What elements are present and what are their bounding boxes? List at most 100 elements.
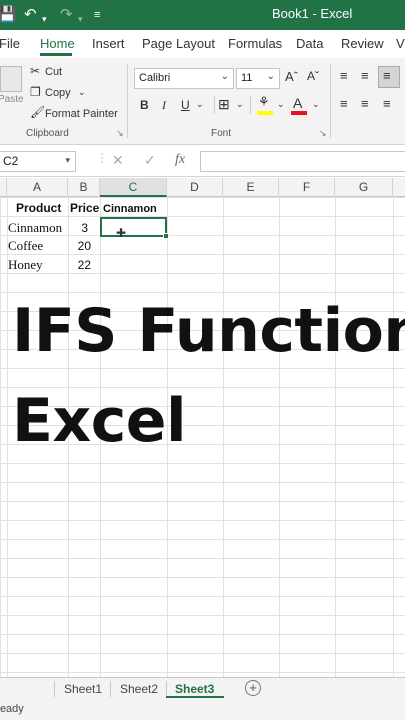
- column-headers: A B C D E F G: [0, 178, 405, 197]
- tab-insert[interactable]: Insert: [92, 36, 125, 51]
- increase-font-icon[interactable]: Aˆ: [285, 69, 298, 84]
- paste-icon[interactable]: [0, 66, 22, 92]
- tab-view[interactable]: V: [396, 36, 405, 51]
- decrease-font-icon[interactable]: Aˇ: [307, 69, 319, 83]
- add-sheet-icon[interactable]: +: [245, 680, 261, 696]
- tab-data[interactable]: Data: [296, 36, 323, 51]
- sheet-tab-sheet3[interactable]: Sheet3: [175, 682, 214, 696]
- tab-review[interactable]: Review: [341, 36, 384, 51]
- enter-icon[interactable]: ✓: [144, 152, 156, 169]
- bold-button[interactable]: B: [140, 98, 149, 112]
- align-right-icon[interactable]: ≡: [383, 96, 391, 111]
- font-color-dropdown-icon[interactable]: ⌄: [312, 99, 320, 110]
- redo-dropdown-icon[interactable]: ▾: [78, 9, 83, 29]
- window-title: Book1 - Excel: [272, 6, 353, 21]
- customize-toolbar-icon[interactable]: ≡: [94, 5, 100, 25]
- fill-handle[interactable]: [163, 233, 169, 239]
- font-name-value: Calibri: [139, 72, 171, 84]
- ribbon: Paste ✂ Cut ❐ Copy ⌄ 🖌 Format Painter Cl…: [0, 58, 405, 145]
- sheet-separator: [166, 681, 167, 697]
- fill-color-icon[interactable]: ⚘: [258, 94, 270, 110]
- column-header-a[interactable]: A: [7, 178, 68, 197]
- format-painter-button[interactable]: Format Painter: [45, 108, 118, 120]
- font-group-label: Font: [211, 128, 232, 139]
- column-header-f[interactable]: F: [279, 178, 335, 197]
- cell-c1[interactable]: Cinnamon: [103, 203, 157, 215]
- undo-icon[interactable]: ↶: [24, 5, 37, 25]
- format-painter-icon[interactable]: 🖌: [30, 105, 45, 119]
- active-sheet-indicator: [166, 696, 224, 698]
- formula-input[interactable]: [200, 151, 405, 172]
- ribbon-separator: [330, 64, 331, 138]
- undo-dropdown-icon[interactable]: ▾: [42, 9, 47, 29]
- grid-line: [393, 197, 394, 677]
- chevron-down-icon: ▾: [65, 155, 70, 165]
- font-size-select[interactable]: 11 ⌄: [236, 68, 280, 89]
- cancel-icon[interactable]: ✕: [112, 152, 124, 169]
- save-icon[interactable]: 💾: [0, 5, 17, 25]
- ribbon-separator: [214, 96, 215, 114]
- sheet-tab-bar: Sheet1 Sheet2 Sheet3 +: [0, 677, 405, 700]
- sheet-tab-sheet1[interactable]: Sheet1: [64, 682, 102, 696]
- borders-dropdown-icon[interactable]: ⌄: [236, 99, 244, 110]
- insert-function-button[interactable]: fx: [175, 152, 185, 168]
- cut-button[interactable]: Cut: [45, 66, 62, 78]
- chevron-down-icon: ⌄: [266, 71, 275, 82]
- cell-b3[interactable]: 20: [68, 239, 91, 253]
- font-launcher-icon[interactable]: ↘: [319, 128, 327, 139]
- cell-a1[interactable]: Product: [16, 201, 61, 215]
- clipboard-launcher-icon[interactable]: ↘: [116, 128, 124, 139]
- video-title-line-2: Excel: [12, 386, 187, 456]
- underline-dropdown-icon[interactable]: ⌄: [196, 99, 204, 110]
- align-center-icon[interactable]: ≡: [361, 96, 369, 111]
- tab-page-layout[interactable]: Page Layout: [142, 36, 215, 51]
- italic-button[interactable]: I: [162, 98, 166, 113]
- copy-dropdown-icon[interactable]: ⌄: [78, 87, 86, 98]
- sheet-tab-sheet2[interactable]: Sheet2: [120, 682, 158, 696]
- tab-home[interactable]: Home: [40, 36, 75, 51]
- select-all-corner[interactable]: [0, 178, 7, 197]
- active-tab-indicator: [40, 53, 72, 56]
- borders-icon[interactable]: ⊞: [218, 96, 230, 113]
- underline-button[interactable]: U: [181, 98, 190, 112]
- column-header-g[interactable]: G: [335, 178, 393, 197]
- tab-formulas[interactable]: Formulas: [228, 36, 282, 51]
- align-top-icon[interactable]: ≡: [340, 68, 348, 83]
- cell-b1[interactable]: Price: [70, 201, 99, 215]
- cut-icon[interactable]: ✂: [30, 64, 40, 78]
- redo-icon[interactable]: ↷: [60, 5, 73, 25]
- fill-color-swatch: [257, 111, 273, 115]
- font-name-select[interactable]: Calibri ⌄: [134, 68, 234, 89]
- font-color-icon[interactable]: A: [293, 95, 302, 111]
- name-box[interactable]: C2 ▾: [0, 151, 76, 172]
- video-title-line-1: IFS Function: [12, 296, 405, 366]
- column-header-c[interactable]: C: [100, 178, 167, 197]
- align-bottom-icon: ≡: [383, 68, 391, 83]
- tab-file[interactable]: File: [0, 36, 20, 51]
- status-text: Ready: [0, 703, 24, 715]
- paste-label[interactable]: Paste: [0, 94, 24, 105]
- cell-a3[interactable]: Coffee: [8, 238, 43, 254]
- ribbon-separator: [250, 96, 251, 114]
- cell-a2[interactable]: Cinnamon: [8, 220, 62, 236]
- copy-icon[interactable]: ❐: [30, 85, 41, 99]
- status-bar: Ready: [0, 700, 405, 720]
- cell-b2[interactable]: 3: [68, 221, 88, 235]
- column-header-e[interactable]: E: [223, 178, 279, 197]
- align-middle-icon[interactable]: ≡: [361, 68, 369, 83]
- cell-b4[interactable]: 22: [68, 258, 91, 272]
- copy-button[interactable]: Copy: [45, 87, 71, 99]
- formula-bar-grip-icon: ⋮: [96, 151, 108, 165]
- grid-line: [335, 197, 336, 677]
- selected-cell-c2[interactable]: [100, 217, 169, 239]
- align-left-icon[interactable]: ≡: [340, 96, 348, 111]
- fill-color-dropdown-icon[interactable]: ⌄: [277, 99, 285, 110]
- title-bar: 💾 ↶ ▾ ↷ ▾ ≡ Book1 - Excel: [0, 0, 405, 30]
- ribbon-separator: [127, 64, 128, 138]
- sheet-separator: [110, 681, 111, 697]
- font-color-swatch: [291, 111, 307, 115]
- column-header-d[interactable]: D: [167, 178, 223, 197]
- cell-a4[interactable]: Honey: [8, 257, 43, 273]
- column-header-b[interactable]: B: [68, 178, 100, 197]
- grid-line: [223, 197, 224, 677]
